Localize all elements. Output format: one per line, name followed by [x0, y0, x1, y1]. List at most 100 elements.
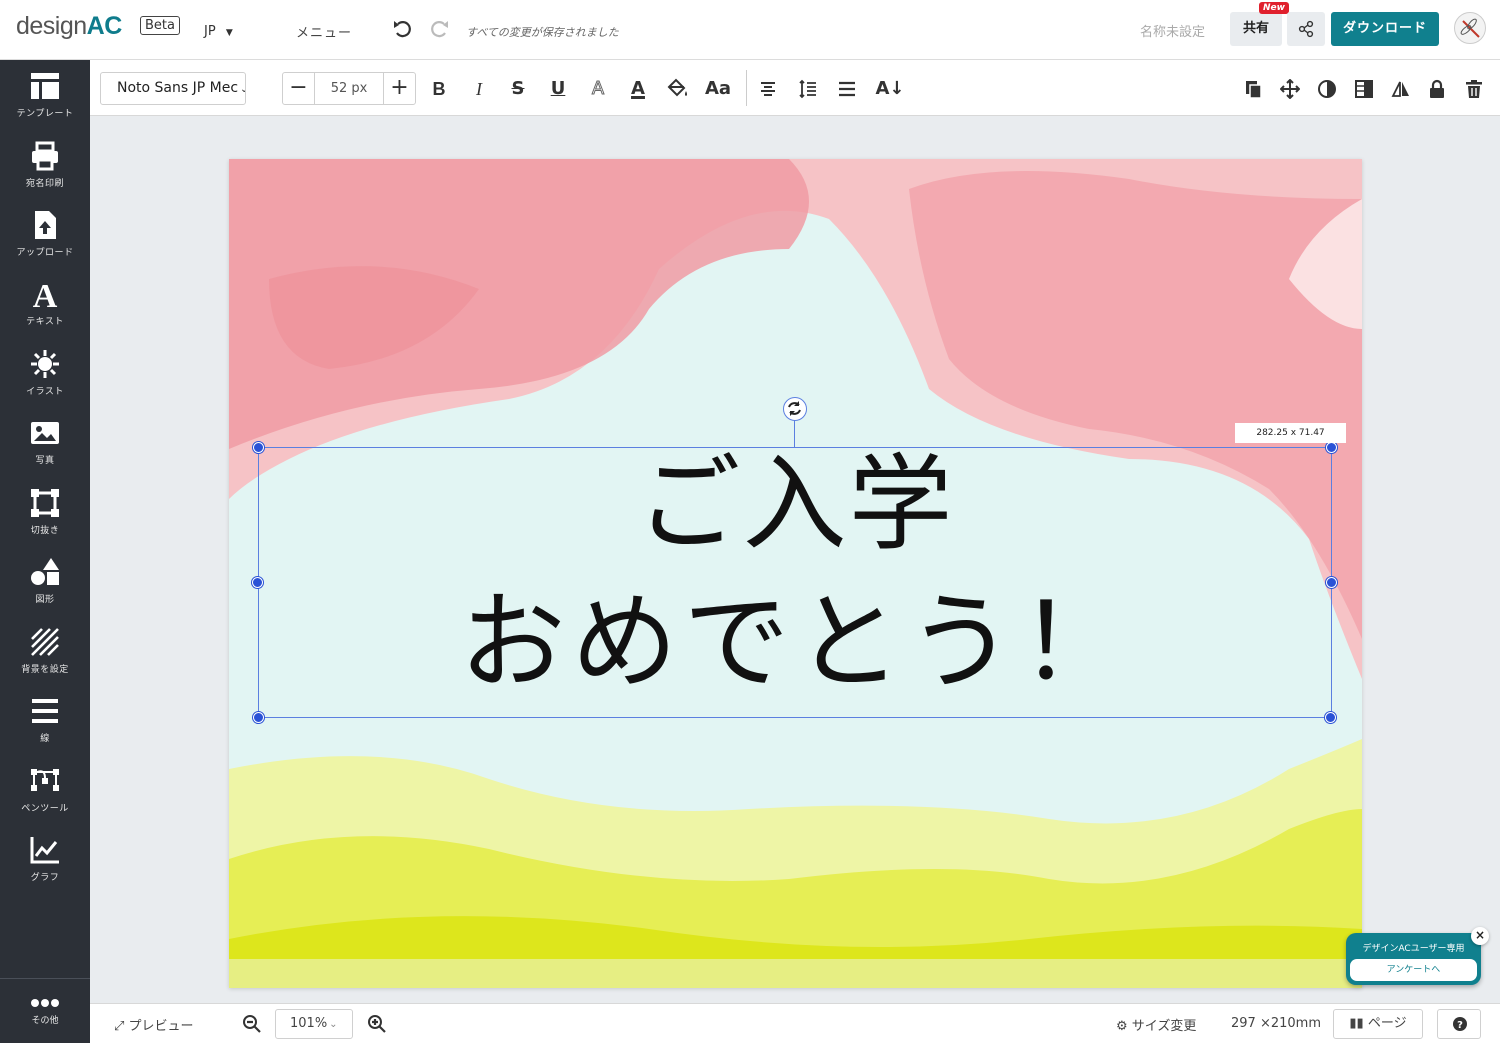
- sidebar-item-pen-tool[interactable]: ペンツール: [0, 759, 90, 827]
- lock-icon: [1430, 79, 1444, 98]
- sidebar-item-upload[interactable]: アップロード: [0, 203, 90, 271]
- list-button[interactable]: [832, 74, 862, 104]
- sidebar-item-template[interactable]: テンプレート: [0, 64, 90, 132]
- bottom-bar: ⤢ プレビュー 101% ⌄ ⚙ サイズ変更 297 ×210mm ▮▮ ページ …: [90, 1003, 1500, 1043]
- contrast-icon: [1318, 80, 1336, 98]
- beta-badge: Beta: [140, 16, 180, 35]
- dimensions-tooltip: 282.25 x 71.47: [1235, 423, 1346, 443]
- redo-icon[interactable]: [426, 16, 452, 42]
- share-link-button[interactable]: [1287, 12, 1325, 46]
- line-spacing-button[interactable]: [793, 74, 823, 104]
- language-select[interactable]: JP ▼: [204, 24, 233, 39]
- sidebar-item-lines[interactable]: 線: [0, 689, 90, 757]
- align-center-button[interactable]: [753, 74, 783, 104]
- upload-icon: [35, 211, 56, 239]
- sidebar-item-shapes[interactable]: 図形: [0, 550, 90, 618]
- save-status: すべての変更が保存されました: [466, 26, 619, 39]
- resize-handle-bottom-left[interactable]: [253, 712, 264, 723]
- font-size-input[interactable]: 52 px: [315, 73, 383, 104]
- background-icon: [31, 628, 59, 656]
- trash-icon: [1466, 80, 1482, 98]
- outline-text-button[interactable]: A: [583, 74, 613, 104]
- toolbar-divider: [746, 70, 747, 106]
- top-bar: designAC Beta JP ▼ メニュー すべての変更が保存されました 名…: [0, 0, 1500, 60]
- underline-button[interactable]: U: [543, 74, 573, 104]
- resize-handle-right[interactable]: [1326, 577, 1337, 588]
- vertical-text-button[interactable]: A↓: [872, 74, 908, 104]
- gear-icon: ⚙: [1116, 1019, 1128, 1034]
- opacity-button[interactable]: [1312, 74, 1342, 104]
- sidebar-item-graph[interactable]: グラフ: [0, 828, 90, 896]
- zoom-out-icon[interactable]: [242, 1014, 262, 1034]
- italic-button[interactable]: I: [464, 74, 494, 104]
- align-center-icon: [761, 82, 775, 96]
- paper-size-label: 297 ×210mm: [1231, 1016, 1321, 1031]
- zoom-in-icon[interactable]: [367, 1014, 387, 1034]
- printer-icon: [32, 141, 58, 171]
- left-sidebar: テンプレート 宛名印刷 アップロード A テキスト イラスト 写真 切抜き 図形…: [0, 60, 90, 1043]
- pages-button[interactable]: ▮▮ ページ: [1333, 1009, 1423, 1039]
- font-size-decrease-button[interactable]: −: [283, 73, 315, 104]
- help-button[interactable]: ?: [1437, 1009, 1481, 1039]
- rotation-connector: [794, 420, 795, 447]
- strikethrough-button[interactable]: S: [503, 74, 533, 104]
- chevron-down-icon: ⌄: [240, 84, 245, 95]
- template-icon: [31, 73, 59, 99]
- sidebar-item-address-print[interactable]: 宛名印刷: [0, 134, 90, 202]
- font-family-select[interactable]: Noto Sans JP Mec⌄: [100, 72, 246, 105]
- document-title[interactable]: 名称未設定: [1140, 21, 1205, 40]
- more-button[interactable]: その他: [0, 995, 90, 1043]
- line-spacing-icon: [799, 79, 816, 99]
- survey-popup: デザインACユーザー専用 アンケートへ: [1346, 933, 1481, 985]
- delete-button[interactable]: [1459, 74, 1489, 104]
- paint-bucket-icon: [667, 78, 687, 97]
- rotate-handle[interactable]: [783, 397, 807, 421]
- shapes-icon: [31, 558, 59, 585]
- dragonfly-icon: [1460, 18, 1480, 38]
- bold-button[interactable]: B: [424, 74, 454, 104]
- rotate-icon: [788, 401, 801, 416]
- flip-button[interactable]: [1386, 74, 1416, 104]
- resize-handle-top-left[interactable]: [253, 442, 264, 453]
- duplicate-button[interactable]: [1238, 74, 1268, 104]
- font-color-button[interactable]: A: [623, 74, 653, 104]
- download-button[interactable]: ダウンロード: [1331, 12, 1439, 46]
- share-icon: [1298, 20, 1314, 38]
- zoom-select[interactable]: 101% ⌄: [275, 1009, 353, 1039]
- layers-icon: [1355, 80, 1373, 98]
- sidebar-item-photo[interactable]: 写真: [0, 411, 90, 479]
- layer-button[interactable]: [1349, 74, 1379, 104]
- crop-icon: [31, 489, 59, 517]
- text-selection-box[interactable]: [258, 447, 1332, 718]
- sidebar-item-background[interactable]: 背景を設定: [0, 620, 90, 688]
- survey-link-button[interactable]: アンケートへ: [1350, 959, 1477, 981]
- case-button[interactable]: Aa: [700, 74, 736, 104]
- design-ac-logo[interactable]: designAC: [16, 12, 122, 41]
- text-icon: A: [33, 278, 58, 310]
- font-size-stepper: − 52 px +: [282, 72, 416, 105]
- sidebar-item-crop[interactable]: 切抜き: [0, 481, 90, 549]
- menu-button[interactable]: メニュー: [296, 22, 352, 41]
- resize-handle-left[interactable]: [252, 577, 263, 588]
- help-icon: ?: [1453, 1017, 1467, 1031]
- preview-button[interactable]: ⤢ プレビュー: [114, 1015, 194, 1034]
- sidebar-item-illustration[interactable]: イラスト: [0, 342, 90, 410]
- sidebar-divider: [0, 978, 90, 979]
- move-arrows-icon: [1279, 78, 1301, 100]
- user-avatar[interactable]: [1454, 12, 1486, 44]
- move-button[interactable]: [1275, 74, 1305, 104]
- resize-handle-bottom-right[interactable]: [1325, 712, 1336, 723]
- undo-icon[interactable]: [390, 16, 416, 42]
- font-size-increase-button[interactable]: +: [383, 73, 415, 104]
- caret-down-icon: ▼: [225, 28, 233, 38]
- illustration-icon: [31, 350, 59, 378]
- resize-button[interactable]: ⚙ サイズ変更: [1116, 1015, 1196, 1034]
- survey-close-icon[interactable]: ×: [1471, 927, 1489, 945]
- share-button[interactable]: 共有: [1230, 12, 1282, 46]
- fill-color-button[interactable]: [662, 74, 692, 104]
- resize-handle-top-right[interactable]: [1326, 442, 1337, 453]
- chevron-down-icon: ⌄: [329, 1019, 338, 1030]
- sidebar-item-text[interactable]: A テキスト: [0, 272, 90, 340]
- expand-icon: ⤢: [114, 1019, 125, 1034]
- lock-button[interactable]: [1422, 74, 1452, 104]
